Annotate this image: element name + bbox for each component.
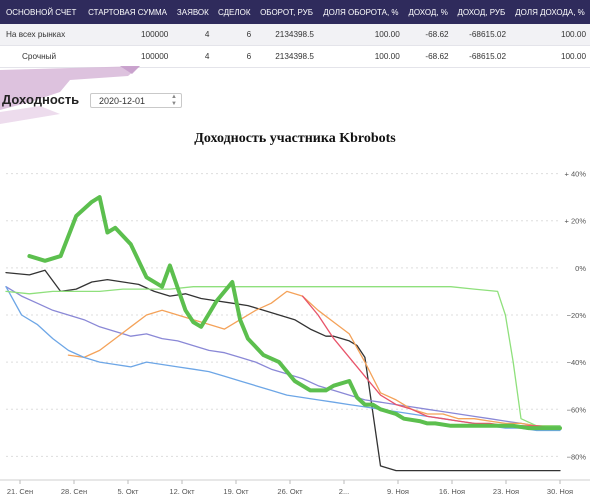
y-tick-label: −20% bbox=[567, 311, 587, 320]
y-tick-label: −40% bbox=[567, 358, 587, 367]
col-header-orders[interactable]: ЗАЯВОК bbox=[172, 0, 214, 24]
y-tick-label: + 40% bbox=[565, 170, 587, 179]
table-header-row: ОСНОВНОЙ СЧЕТ СТАРТОВАЯ СУММА ЗАЯВОК СДЕ… bbox=[0, 0, 590, 24]
section-title: Доходность bbox=[2, 92, 80, 107]
cell-income-rub: -68615.02 bbox=[452, 24, 511, 46]
returns-chart: + 40% + 20% 0% −20% −40% −60% −80% 21. Сен 28. С… bbox=[0, 170, 590, 496]
x-tick-label: 23. Ноя bbox=[493, 487, 519, 496]
cell-turnover-share: 100.00 bbox=[317, 24, 404, 46]
col-header-account[interactable]: ОСНОВНОЙ СЧЕТ bbox=[0, 0, 83, 24]
x-tick-label: 26. Окт bbox=[277, 487, 303, 496]
x-tick-label: 16. Ноя bbox=[439, 487, 465, 496]
x-tick-label: 12. Окт bbox=[169, 487, 195, 496]
table-row: На всех рынках 100000 4 6 2134398.5 100.… bbox=[0, 24, 590, 46]
x-tick-label: 21. Сен bbox=[7, 487, 33, 496]
y-tick-label: + 20% bbox=[565, 217, 587, 226]
col-header-start-sum[interactable]: СТАРТОВАЯ СУММА bbox=[82, 0, 173, 24]
y-tick-label: −60% bbox=[567, 405, 587, 414]
y-tick-label: 0% bbox=[575, 264, 586, 273]
x-tick-label: 5. Окт bbox=[118, 487, 140, 496]
y-tick-label: −80% bbox=[567, 452, 587, 461]
cell-income-pct: -68.62 bbox=[403, 24, 453, 46]
date-value: 2020-12-01 bbox=[99, 96, 146, 106]
series-line bbox=[5, 286, 561, 427]
cell-account: На всех рынках bbox=[0, 24, 83, 46]
col-header-income-pct[interactable]: ДОХОД, % bbox=[403, 0, 453, 24]
cell-turnover: 2134398.5 bbox=[255, 24, 318, 46]
spinner-icon[interactable]: ▲ ▼ bbox=[171, 94, 177, 108]
series-line bbox=[67, 290, 553, 427]
col-header-income-share[interactable]: ДОЛЯ ДОХОДА, % bbox=[510, 0, 590, 24]
cell-income-share: 100.00 bbox=[510, 24, 590, 46]
x-tick-label: 19. Окт bbox=[223, 487, 249, 496]
decorative-swoosh bbox=[0, 66, 140, 124]
cell-orders: 4 bbox=[172, 24, 214, 46]
series-line bbox=[27, 195, 562, 431]
cell-start-sum: 100000 bbox=[82, 24, 173, 46]
col-header-deals[interactable]: СДЕЛОК bbox=[213, 0, 256, 24]
series-line bbox=[5, 286, 561, 427]
cell-deals: 6 bbox=[213, 24, 256, 46]
date-input[interactable]: 2020-12-01 ▲ ▼ bbox=[90, 93, 182, 108]
col-header-income-rub[interactable]: ДОХОД, РУБ bbox=[452, 0, 511, 24]
x-tick-label: 30. Ноя bbox=[547, 487, 573, 496]
series-line bbox=[5, 269, 561, 472]
chart-title: Доходность участника Kbrobots bbox=[194, 131, 396, 146]
x-tick-label: 9. Ноя bbox=[387, 487, 409, 496]
col-header-turnover-share[interactable]: ДОЛЯ ОБОРОТА, % bbox=[317, 0, 404, 24]
accounts-table: ОСНОВНОЙ СЧЕТ СТАРТОВАЯ СУММА ЗАЯВОК СДЕ… bbox=[0, 0, 590, 68]
x-tick-label: 2... bbox=[339, 487, 349, 496]
x-tick-label: 28. Сен bbox=[61, 487, 87, 496]
col-header-turnover[interactable]: ОБОРОТ, РУБ bbox=[255, 0, 318, 24]
